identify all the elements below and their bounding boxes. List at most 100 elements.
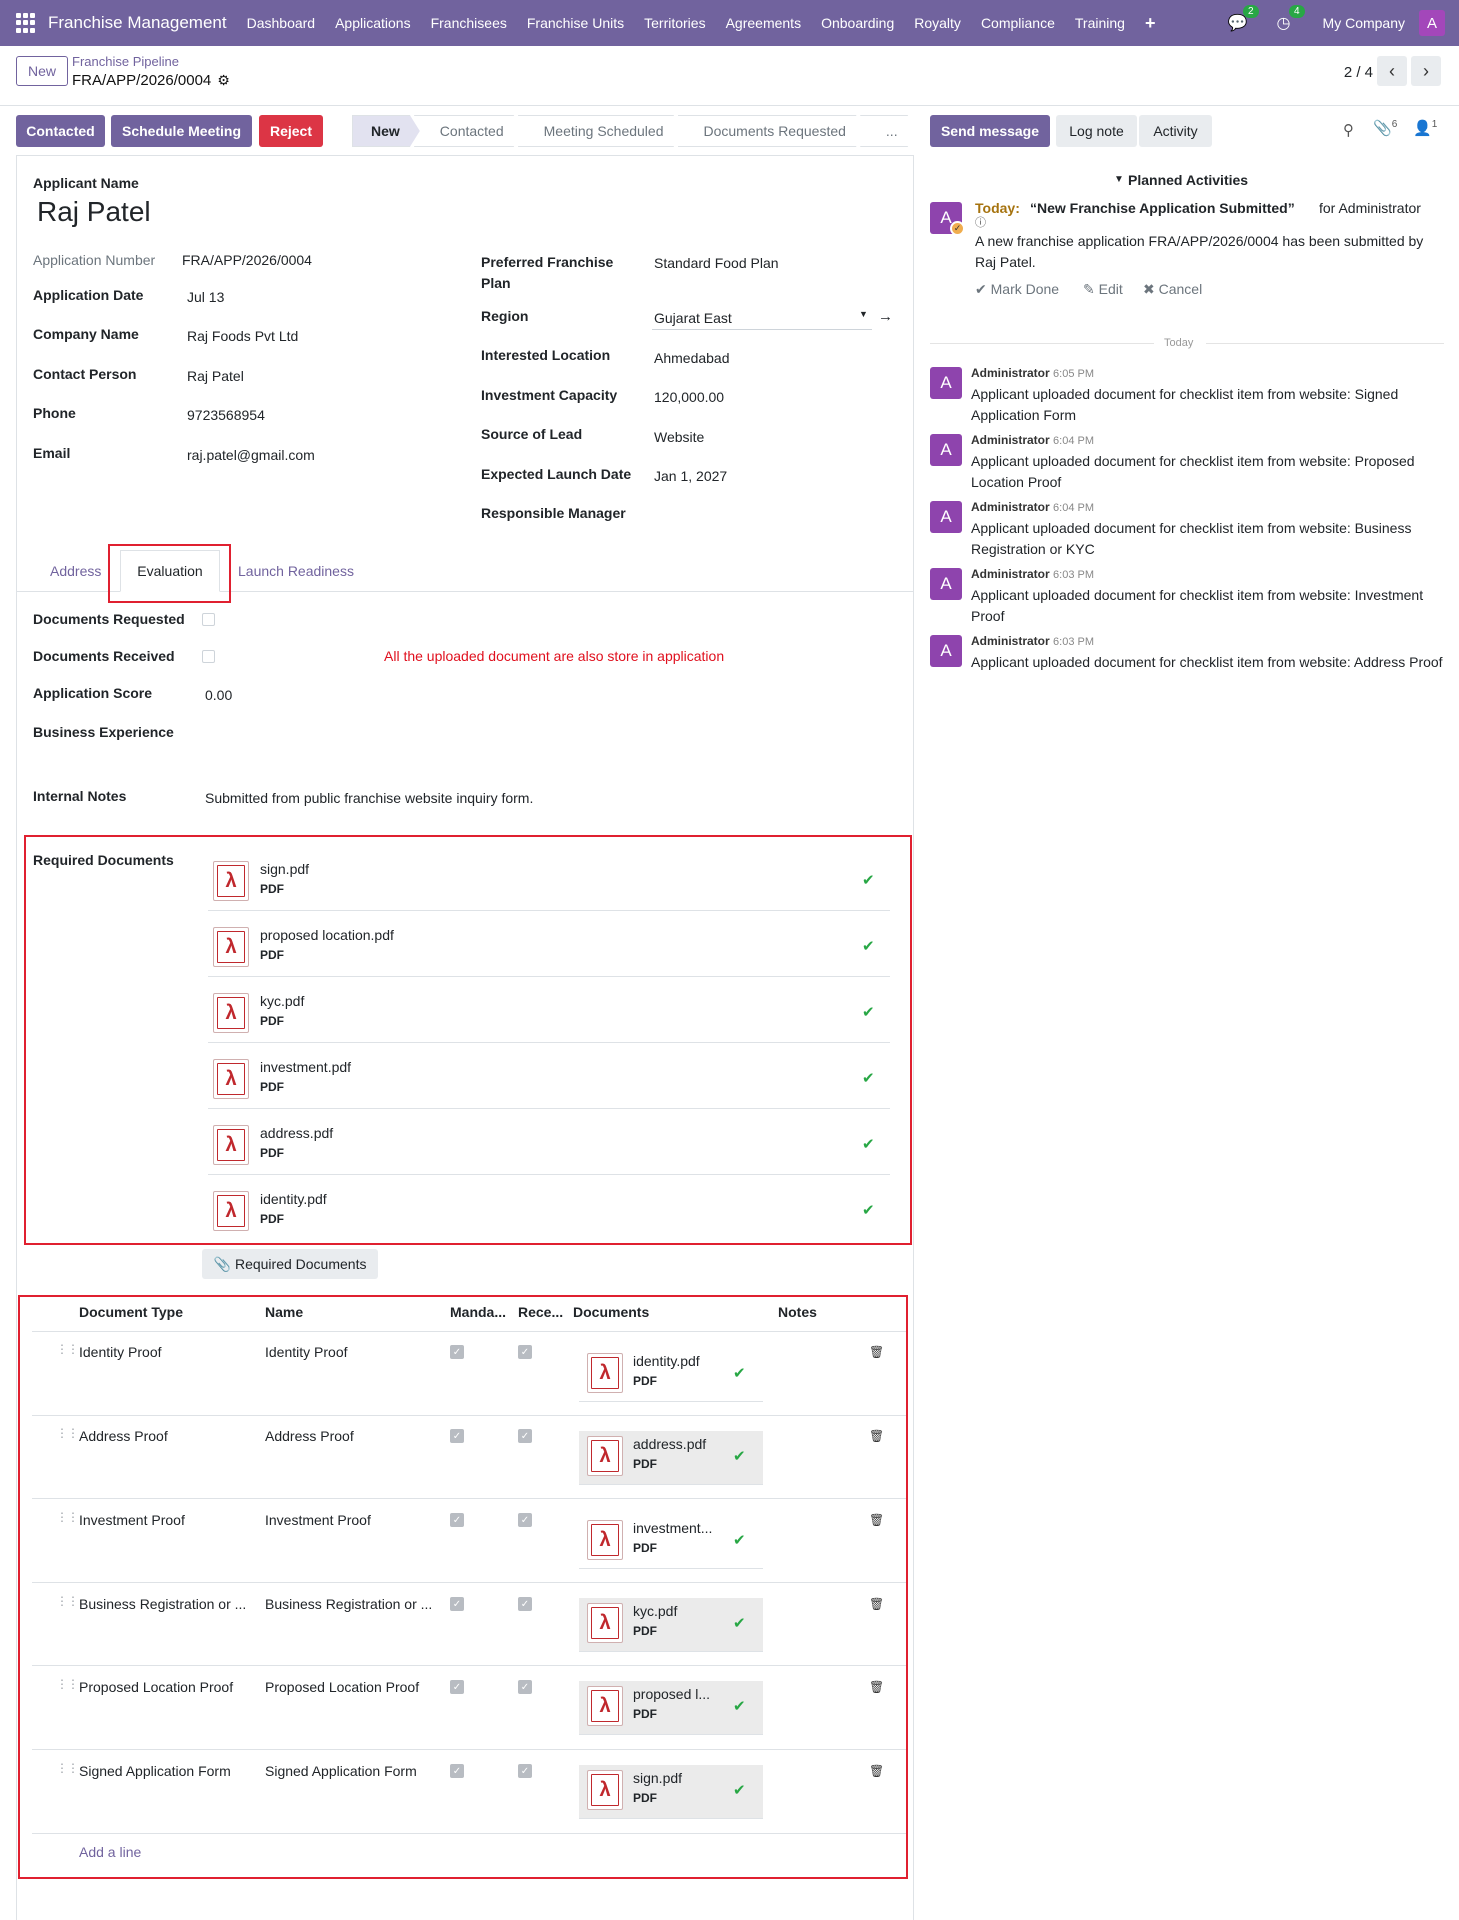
trash-icon[interactable]: 🗑 (869, 1764, 884, 1778)
trash-icon[interactable]: 🗑 (869, 1597, 884, 1611)
trash-icon[interactable]: 🗑 (869, 1680, 884, 1694)
applicant-name-field[interactable]: Raj Patel (37, 196, 151, 228)
internal-notes-field[interactable]: Submitted from public franchise website … (205, 790, 533, 806)
document-file-name[interactable]: identity.pdf (633, 1353, 700, 1369)
caret-down-icon[interactable]: ▼ (859, 309, 868, 319)
cell-document-type[interactable]: Signed Application Form (79, 1763, 259, 1779)
mark-done-button[interactable]: ✔ Mark Done (975, 279, 1059, 300)
stage-documents-requested[interactable]: Documents Requested (678, 115, 866, 147)
plus-icon[interactable]: + (1135, 13, 1166, 34)
attachment-row[interactable]: λ investment.pdf PDF ✔ (208, 1043, 890, 1109)
message-author[interactable]: Administrator 6:04 PM (971, 500, 1094, 514)
stage-new[interactable]: New (352, 115, 420, 147)
column-notes[interactable]: Notes (778, 1304, 817, 1320)
send-message-button[interactable]: Send message (930, 115, 1050, 147)
tab-address[interactable]: Address (50, 563, 101, 579)
pager-previous-button[interactable]: ‹ (1377, 56, 1407, 86)
attachment-row[interactable]: λ kyc.pdf PDF ✔ (208, 977, 890, 1043)
nav-franchisees[interactable]: Franchisees (421, 15, 517, 31)
arrow-right-icon[interactable]: → (878, 308, 893, 325)
document-card[interactable]: λ address.pdf PDF ✔ (579, 1431, 763, 1485)
company-name-field[interactable]: Raj Foods Pvt Ltd (187, 328, 298, 344)
message-author[interactable]: Administrator 6:03 PM (971, 567, 1094, 581)
followers-icon[interactable]: 👤1 (1413, 119, 1437, 137)
source-of-lead-field[interactable]: Website (654, 429, 704, 445)
message-author[interactable]: Administrator 6:05 PM (971, 366, 1094, 380)
document-card[interactable]: λ investment... PDF ✔ (579, 1515, 763, 1569)
message-author[interactable]: Administrator 6:04 PM (971, 433, 1094, 447)
attachment-name[interactable]: proposed location.pdf (260, 927, 394, 943)
received-checkbox[interactable]: ✓ (518, 1764, 532, 1778)
received-checkbox[interactable]: ✓ (518, 1680, 532, 1694)
pager-value[interactable]: 2 / 4 (1344, 64, 1373, 81)
cell-document-type[interactable]: Identity Proof (79, 1344, 259, 1360)
breadcrumb-parent[interactable]: Franchise Pipeline (72, 54, 179, 69)
nav-dashboard[interactable]: Dashboard (237, 15, 326, 31)
mandatory-checkbox[interactable]: ✓ (450, 1597, 464, 1611)
search-icon[interactable]: ⚲ (1343, 121, 1354, 139)
document-file-name[interactable]: address.pdf (633, 1436, 706, 1452)
drag-handle-icon[interactable]: ⋮⋮ (56, 1427, 79, 1439)
attachment-row[interactable]: λ identity.pdf PDF ✔ (208, 1175, 890, 1241)
documents-received-checkbox[interactable] (202, 650, 215, 663)
nav-territories[interactable]: Territories (634, 15, 715, 31)
drag-handle-icon[interactable]: ⋮⋮ (56, 1343, 79, 1355)
attachment-name[interactable]: investment.pdf (260, 1059, 351, 1075)
interested-location-field[interactable]: Ahmedabad (654, 350, 730, 366)
nav-franchise-units[interactable]: Franchise Units (517, 15, 634, 31)
trash-icon[interactable]: 🗑 (869, 1345, 884, 1359)
cell-name[interactable]: Investment Proof (265, 1512, 445, 1528)
attachment-name[interactable]: sign.pdf (260, 861, 309, 877)
stage-more[interactable]: ... (860, 115, 918, 147)
drag-handle-icon[interactable]: ⋮⋮ (56, 1762, 79, 1774)
column-received[interactable]: Rece... (518, 1304, 563, 1320)
mandatory-checkbox[interactable]: ✓ (450, 1429, 464, 1443)
cell-document-type[interactable]: Investment Proof (79, 1512, 259, 1528)
nav-agreements[interactable]: Agreements (716, 15, 811, 31)
email-field[interactable]: raj.patel@gmail.com (187, 447, 315, 463)
attachment-name[interactable]: address.pdf (260, 1125, 333, 1141)
column-documents[interactable]: Documents (573, 1304, 649, 1320)
schedule-meeting-button[interactable]: Schedule Meeting (111, 115, 252, 147)
column-mandatory[interactable]: Manda... (450, 1304, 506, 1320)
received-checkbox[interactable]: ✓ (518, 1597, 532, 1611)
activity-button[interactable]: Activity (1139, 115, 1212, 147)
paperclip-icon[interactable]: 📎6 (1373, 119, 1397, 137)
activity-clock-icon[interactable]: ◷ 4 (1273, 5, 1305, 33)
contacted-button[interactable]: Contacted (16, 115, 105, 147)
reject-button[interactable]: Reject (259, 115, 323, 147)
received-checkbox[interactable]: ✓ (518, 1345, 532, 1359)
column-name[interactable]: Name (265, 1304, 303, 1320)
nav-training[interactable]: Training (1065, 15, 1135, 31)
attachment-name[interactable]: kyc.pdf (260, 993, 304, 1009)
add-line-link[interactable]: Add a line (79, 1844, 141, 1860)
document-card[interactable]: λ sign.pdf PDF ✔ (579, 1765, 763, 1819)
cell-document-type[interactable]: Address Proof (79, 1428, 259, 1444)
mandatory-checkbox[interactable]: ✓ (450, 1680, 464, 1694)
log-note-button[interactable]: Log note (1056, 115, 1137, 147)
cell-name[interactable]: Address Proof (265, 1428, 445, 1444)
stage-contacted[interactable]: Contacted (414, 115, 524, 147)
trash-icon[interactable]: 🗑 (869, 1513, 884, 1527)
attachment-row[interactable]: λ sign.pdf PDF ✔ (208, 845, 890, 911)
contact-person-field[interactable]: Raj Patel (187, 368, 244, 384)
drag-handle-icon[interactable]: ⋮⋮ (56, 1595, 79, 1607)
apps-menu-icon[interactable] (16, 13, 36, 33)
chat-bubble-icon[interactable]: 💬 2 (1227, 5, 1259, 33)
mandatory-checkbox[interactable]: ✓ (450, 1764, 464, 1778)
attachment-row[interactable]: λ proposed location.pdf PDF ✔ (208, 911, 890, 977)
nav-applications[interactable]: Applications (325, 15, 421, 31)
mandatory-checkbox[interactable]: ✓ (450, 1513, 464, 1527)
document-card[interactable]: λ identity.pdf PDF ✔ (579, 1348, 763, 1402)
edit-activity-button[interactable]: ✎ Edit (1083, 279, 1123, 300)
investment-capacity-field[interactable]: 120,000.00 (654, 389, 724, 405)
column-document-type[interactable]: Document Type (79, 1304, 183, 1320)
application-score-field[interactable]: 0.00 (205, 687, 232, 703)
document-file-name[interactable]: kyc.pdf (633, 1603, 677, 1619)
drag-handle-icon[interactable]: ⋮⋮ (56, 1511, 79, 1523)
received-checkbox[interactable]: ✓ (518, 1513, 532, 1527)
document-file-name[interactable]: sign.pdf (633, 1770, 682, 1786)
new-record-button[interactable]: New (16, 56, 68, 86)
cancel-activity-button[interactable]: ✖ Cancel (1143, 279, 1202, 300)
phone-field[interactable]: 9723568954 (187, 407, 265, 423)
